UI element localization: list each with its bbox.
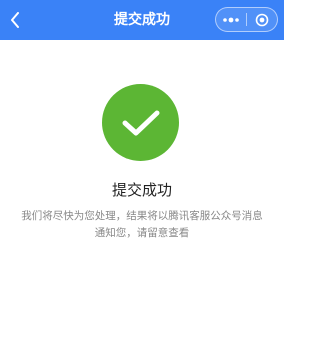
- more-button[interactable]: [216, 8, 246, 31]
- back-button[interactable]: [5, 9, 25, 31]
- more-dots-icon: [223, 17, 239, 22]
- success-badge: [102, 84, 179, 161]
- success-description: 我们将尽快为您处理，结果将以腾讯客服公众号消息 通知您，请留意查看: [8, 208, 276, 242]
- target-circle-icon: [255, 13, 269, 26]
- close-button[interactable]: [247, 8, 277, 31]
- mini-program-capsule: [215, 7, 278, 32]
- chevron-left-icon: [11, 12, 19, 28]
- nav-bar: 提交成功: [0, 0, 284, 40]
- checkmark-icon: [122, 110, 159, 135]
- success-title: 提交成功: [111, 181, 172, 199]
- description-line-1: 我们将尽快为您处理，结果将以腾讯客服公众号消息: [21, 210, 263, 222]
- description-line-2: 通知您，请留意查看: [94, 227, 190, 239]
